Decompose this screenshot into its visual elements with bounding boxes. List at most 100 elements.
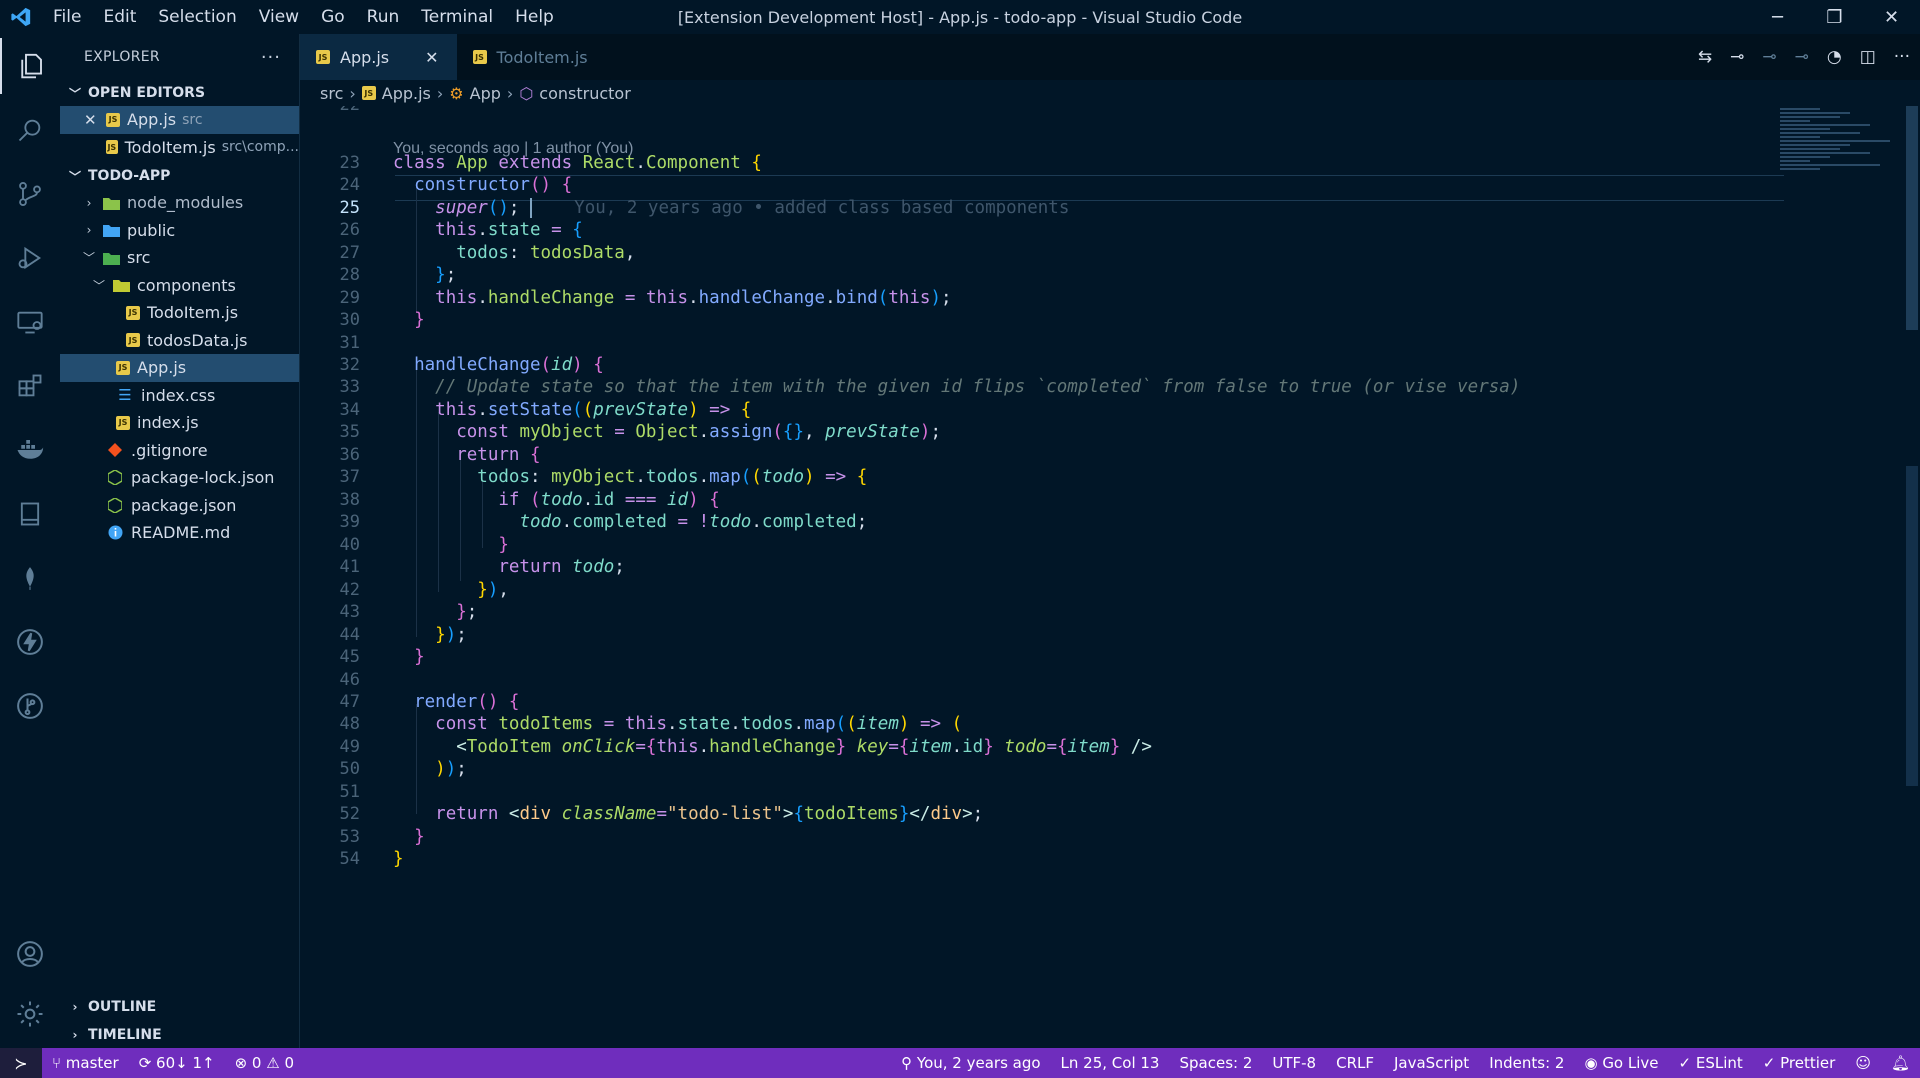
- accounts-icon[interactable]: [0, 926, 60, 982]
- js-file-icon: JS: [116, 415, 130, 430]
- line-number: 31: [339, 333, 360, 353]
- prettier-item[interactable]: ✓ Prettier: [1753, 1054, 1846, 1072]
- tree-file-todoitem[interactable]: JS TodoItem.js: [60, 299, 299, 327]
- line-ending[interactable]: CRLF: [1326, 1054, 1384, 1072]
- breadcrumb-folder[interactable]: src: [320, 84, 343, 103]
- close-tab-icon[interactable]: ✕: [425, 48, 438, 67]
- js-file-icon: JS: [472, 50, 487, 64]
- line-number: 22: [300, 106, 360, 115]
- problems-item[interactable]: ⊗ 0 ⚠ 0: [225, 1054, 304, 1072]
- source-control-icon[interactable]: [0, 166, 60, 222]
- language-mode[interactable]: JavaScript: [1384, 1054, 1479, 1072]
- run-debug-icon[interactable]: [0, 230, 60, 286]
- go-live-item[interactable]: ◉ Go Live: [1574, 1054, 1668, 1072]
- timeline-label: TIMELINE: [88, 1027, 162, 1043]
- menu-terminal[interactable]: Terminal: [410, 0, 504, 34]
- indentation[interactable]: Spaces: 2: [1169, 1054, 1262, 1072]
- tree-file-index-css[interactable]: ☰ index.css: [60, 382, 299, 410]
- tree-folder-public[interactable]: › public: [60, 217, 299, 245]
- tree-folder-src[interactable]: ﹀ src: [60, 244, 299, 272]
- search-icon[interactable]: [0, 102, 60, 158]
- tree-file-package[interactable]: package.json: [60, 492, 299, 520]
- extensions-icon[interactable]: [0, 358, 60, 414]
- mongodb-leaf-icon[interactable]: [0, 550, 60, 606]
- breadcrumb-class[interactable]: App: [470, 84, 501, 103]
- tree-file-package-lock[interactable]: package-lock.json: [60, 464, 299, 492]
- menu-file[interactable]: File: [42, 0, 92, 34]
- split-editor-icon[interactable]: ◫: [1860, 47, 1876, 67]
- sync-item[interactable]: ⟳ 60↓ 1↑: [129, 1054, 225, 1072]
- breadcrumb-file[interactable]: App.js: [382, 84, 431, 103]
- menu-edit[interactable]: Edit: [92, 0, 147, 34]
- eslint-label: ESLint: [1695, 1054, 1743, 1072]
- timeline-section[interactable]: › TIMELINE: [60, 1022, 299, 1048]
- open-editor-item[interactable]: ✕ JS App.js src: [60, 106, 299, 134]
- code-editor[interactable]: 22 2324 2526 2728 2930 313233 3435 3637 3839 4041…: [300, 106, 1784, 1048]
- tree-file-gitignore[interactable]: .gitignore: [60, 437, 299, 465]
- tree-folder-node-modules[interactable]: › node_modules: [60, 189, 299, 217]
- open-changes-icon[interactable]: ⇆: [1698, 47, 1712, 67]
- explorer-icon[interactable]: [0, 38, 60, 94]
- code-line: }: [414, 647, 425, 667]
- scrollbar-thumb[interactable]: [1906, 106, 1918, 330]
- encoding[interactable]: UTF-8: [1262, 1054, 1326, 1072]
- outline-section[interactable]: › OUTLINE: [60, 994, 299, 1020]
- open-editor-name: App.js: [127, 110, 177, 130]
- git-graph-icon[interactable]: [0, 678, 60, 734]
- tab-todoitem-js[interactable]: JS TodoItem.js: [456, 34, 622, 80]
- code-line: }: [498, 535, 509, 555]
- close-icon[interactable]: ✕: [84, 111, 98, 129]
- cursor-position[interactable]: Ln 25, Col 13: [1051, 1054, 1170, 1072]
- blame-item[interactable]: ⚲ You, 2 years ago: [891, 1054, 1050, 1072]
- blame-status: You, 2 years ago: [916, 1054, 1041, 1072]
- menu-bar: File Edit Selection View Go Run Terminal…: [42, 0, 565, 34]
- project-section[interactable]: ﹀ TODO-APP: [60, 163, 299, 189]
- menu-help[interactable]: Help: [504, 0, 565, 34]
- tree-file-readme[interactable]: README.md: [60, 519, 299, 547]
- open-editor-item[interactable]: JS TodoItem.js src\comp...: [60, 134, 299, 162]
- remote-explorer-icon[interactable]: [0, 294, 60, 350]
- restore-button[interactable]: ❐: [1806, 0, 1863, 34]
- line-number: 39: [339, 512, 360, 532]
- close-window-button[interactable]: ✕: [1863, 0, 1920, 34]
- previous-change-icon[interactable]: ⊸: [1762, 47, 1776, 67]
- menu-selection[interactable]: Selection: [147, 0, 247, 34]
- tree-file-app[interactable]: JS App.js: [60, 354, 299, 382]
- code-line: <TodoItem onClick={this.handleChange} ke…: [456, 737, 1152, 757]
- activity-bar: [0, 34, 60, 1048]
- breadcrumb-member[interactable]: constructor: [539, 84, 631, 103]
- line-number: 37: [339, 467, 360, 487]
- js-file-icon: JS: [316, 50, 330, 64]
- branch-item[interactable]: ⑂ master: [42, 1054, 129, 1072]
- minimap[interactable]: [1780, 106, 1900, 246]
- menu-go[interactable]: Go: [310, 0, 356, 34]
- more-actions-icon[interactable]: ···: [261, 47, 281, 68]
- menu-run[interactable]: Run: [356, 0, 411, 34]
- indents-status[interactable]: Indents: 2: [1479, 1054, 1574, 1072]
- tab-label: TodoItem.js: [496, 47, 588, 67]
- docker-icon[interactable]: [0, 422, 60, 478]
- open-editors-section[interactable]: ﹀ OPEN EDITORS: [60, 80, 299, 106]
- tree-file-index-js[interactable]: JS index.js: [60, 409, 299, 437]
- vertical-scrollbar[interactable]: [1904, 106, 1920, 1048]
- js-file-icon: JS: [106, 112, 120, 127]
- feedback-icon[interactable]: ☺: [1845, 1054, 1881, 1072]
- notifications-bell-icon[interactable]: 🔔︎: [1881, 1054, 1920, 1072]
- blame-icon[interactable]: ◔: [1827, 47, 1842, 67]
- book-icon[interactable]: [0, 486, 60, 542]
- chevron-right-icon: ›: [86, 195, 92, 210]
- eslint-item[interactable]: ✓ ESLint: [1669, 1054, 1753, 1072]
- remote-indicator-icon[interactable]: ≻: [0, 1048, 42, 1078]
- chevron-right-icon: ›: [349, 83, 356, 103]
- tree-file-todosdata[interactable]: JS todosData.js: [60, 327, 299, 355]
- thunder-client-icon[interactable]: [0, 614, 60, 670]
- settings-gear-icon[interactable]: [0, 986, 60, 1042]
- git-commit-icon[interactable]: ⊸: [1730, 47, 1744, 67]
- tab-app-js[interactable]: JS App.js ✕: [300, 34, 457, 80]
- minimize-button[interactable]: ─: [1749, 0, 1806, 34]
- menu-view[interactable]: View: [248, 0, 310, 34]
- more-icon[interactable]: ···: [1894, 47, 1910, 67]
- tree-folder-components[interactable]: ﹀ components: [60, 272, 299, 300]
- next-change-icon[interactable]: ⊸: [1795, 47, 1809, 67]
- code-line: if (todo.id === id) {: [498, 490, 720, 510]
